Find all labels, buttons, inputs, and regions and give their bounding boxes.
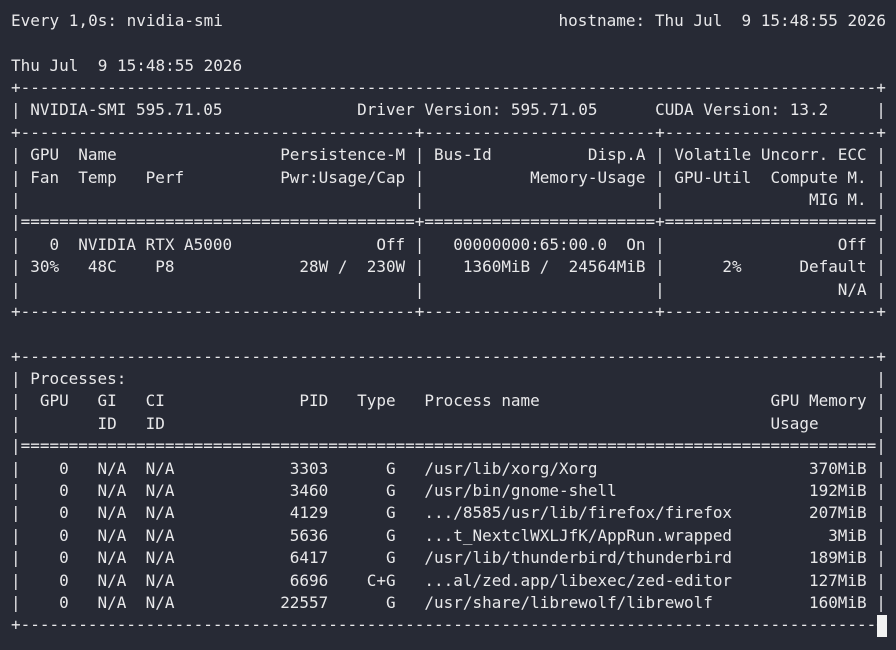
output-line: | NVIDIA-SMI 595.71.05 Driver Version: 5…	[11, 100, 886, 120]
output-line: | 0 N/A N/A 22557 G /usr/share/librewolf…	[11, 592, 886, 612]
output-line: | 0 N/A N/A 4129 G .../8585/usr/lib/fire…	[11, 503, 886, 523]
terminal-cursor	[877, 615, 887, 637]
output-line: | ID ID Usage |	[11, 413, 886, 433]
output-line: | 0 N/A N/A 3460 G /usr/bin/gnome-shell …	[11, 481, 886, 501]
output-line: | 30% 48C P8 28W / 230W | 1360MiB / 2456…	[11, 257, 886, 277]
output-line: | | | MIG M. |	[11, 189, 886, 209]
output-line: | 0 N/A N/A 3303 G /usr/lib/xorg/Xorg 37…	[11, 458, 886, 478]
output-line: | 0 N/A N/A 6417 G /usr/lib/thunderbird/…	[11, 548, 886, 568]
host-time-label: hostname: Thu Jul 9 15:48:55 2026	[558, 11, 886, 30]
nvidia-smi-output: +---------------------------------------…	[11, 77, 886, 637]
output-line: | 0 NVIDIA RTX A5000 Off | 00000000:65:0…	[11, 234, 886, 254]
output-line: |=======================================…	[11, 212, 886, 232]
output-line: +---------------------------------------…	[11, 346, 886, 366]
output-line: | | | N/A |	[11, 279, 886, 299]
output-line: +---------------------------------------…	[11, 301, 886, 321]
output-line: | 0 N/A N/A 6696 C+G ...al/zed.app/libex…	[11, 570, 886, 590]
output-line: | Fan Temp Perf Pwr:Usage/Cap | Memory-U…	[11, 167, 886, 187]
output-line: | 0 N/A N/A 5636 G ...t_NextclWXLJfK/App…	[11, 525, 886, 545]
smi-timestamp: Thu Jul 9 15:48:55 2026	[11, 56, 243, 75]
output-line: +---------------------------------------…	[11, 78, 886, 97]
terminal-window[interactable]: Every 1,0s: nvidia-smi hostname: Thu Jul…	[0, 0, 896, 650]
output-line: | GPU GI CI PID Type Process name GPU Me…	[11, 391, 886, 411]
output-line: +---------------------------------------…	[11, 122, 886, 142]
output-line: |=======================================…	[11, 436, 886, 456]
output-line: +---------------------------------------…	[11, 615, 886, 635]
output-line: | GPU Name Persistence-M | Bus-Id Disp.A…	[11, 145, 886, 165]
output-line: | Processes: |	[11, 369, 886, 389]
watch-command-label: Every 1,0s: nvidia-smi	[11, 11, 223, 30]
